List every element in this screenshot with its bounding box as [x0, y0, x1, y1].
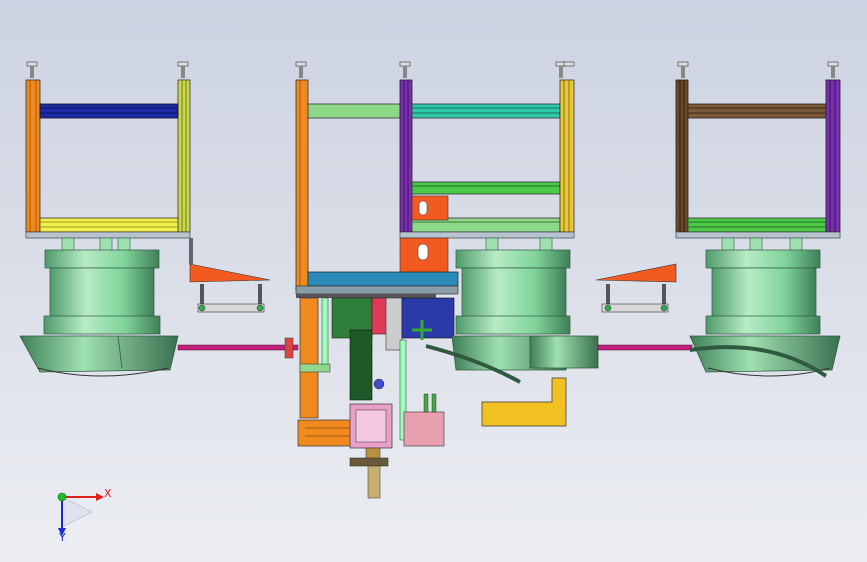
y-axis-label: Y	[58, 531, 66, 544]
coordinate-triad: X Y	[57, 487, 112, 544]
triad-origin	[57, 492, 67, 502]
cad-assembly-drawing[interactable]: X Y	[0, 0, 867, 562]
triad-plane	[61, 496, 93, 528]
right-bracket	[595, 263, 677, 313]
x-arrow-head	[96, 493, 104, 501]
x-axis-label: X	[104, 487, 112, 500]
right-vibratory-bowl	[689, 237, 841, 378]
left-frame-feet	[26, 61, 189, 78]
left-bracket	[189, 238, 271, 313]
left-frame	[25, 61, 191, 239]
right-feeder-rail	[597, 344, 693, 351]
left-vibratory-bowl	[19, 237, 179, 377]
left-feeder-rail	[177, 337, 299, 359]
cad-viewport[interactable]: X Y	[0, 0, 867, 562]
right-frame	[675, 61, 841, 239]
